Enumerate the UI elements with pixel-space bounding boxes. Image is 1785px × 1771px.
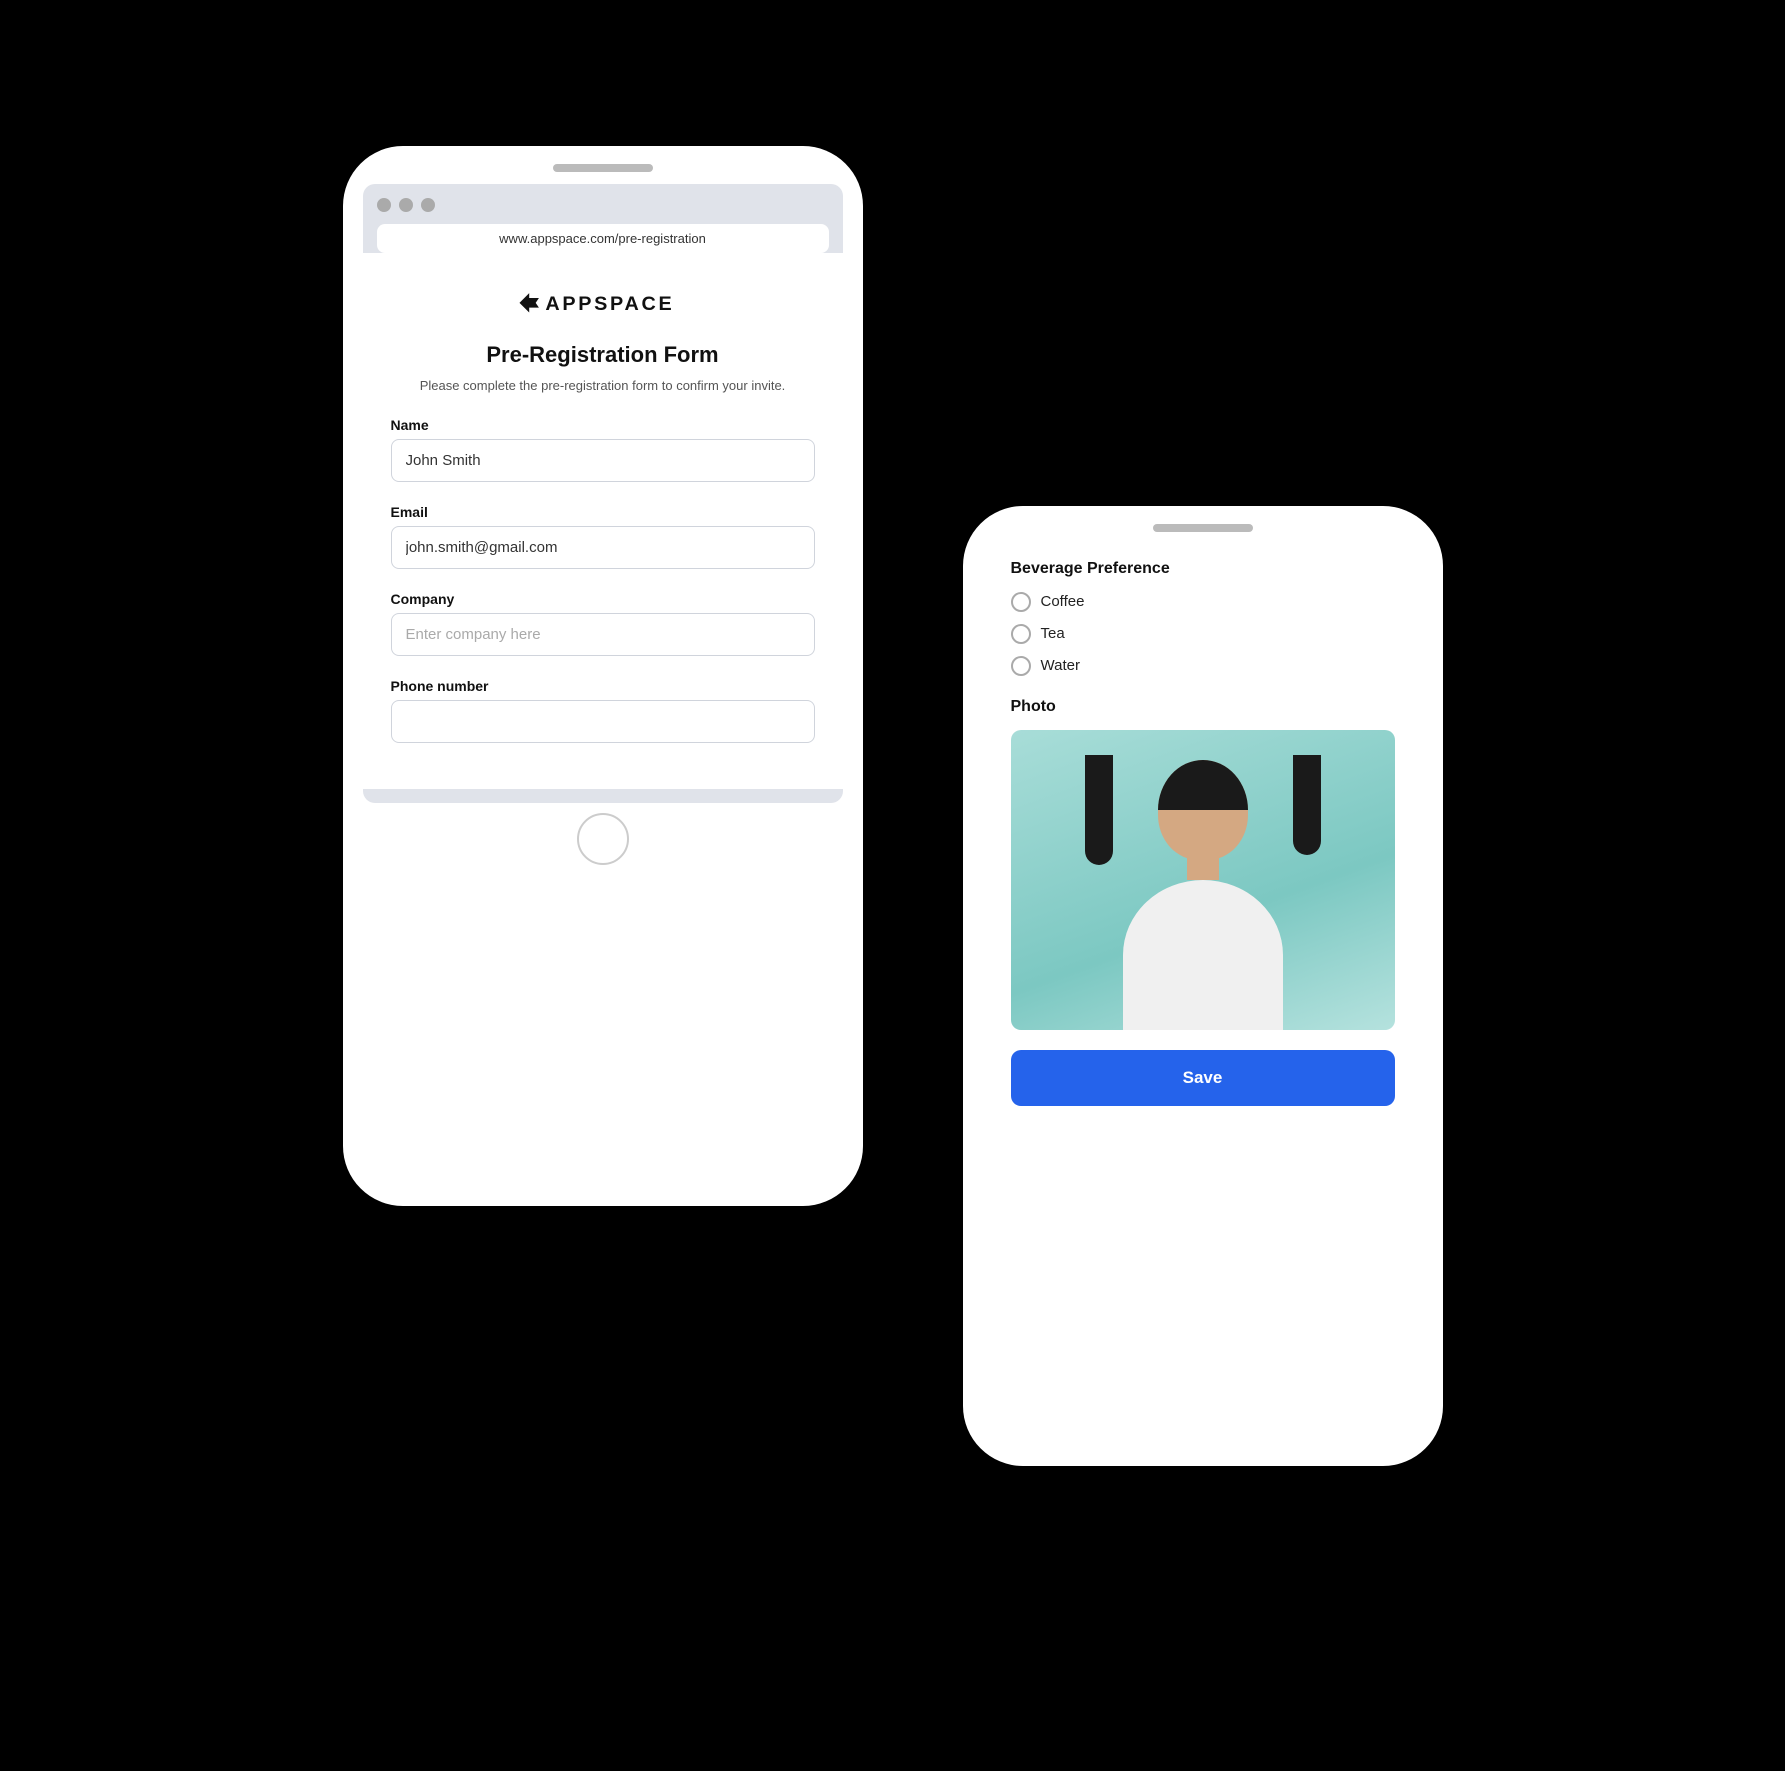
left-phone-screen: APPSPACE Pre-Registration Form Please co… [363, 253, 843, 790]
company-input[interactable] [391, 613, 815, 656]
right-phone: Beverage Preference Coffee Tea Water [963, 506, 1443, 1466]
person-figure [1103, 750, 1303, 1030]
address-bar[interactable]: www.appspace.com/pre-registration [377, 224, 829, 253]
photo-section-title: Photo [1011, 698, 1395, 716]
person-neck [1187, 855, 1219, 880]
form-subtitle: Please complete the pre-registration for… [391, 376, 815, 396]
radio-label-tea: Tea [1041, 625, 1065, 642]
phone-notch-left [553, 164, 653, 172]
person-body [1123, 880, 1283, 1030]
phone-input[interactable] [391, 700, 815, 743]
name-label: Name [391, 417, 815, 433]
radio-coffee[interactable]: Coffee [1011, 592, 1395, 612]
scene: www.appspace.com/pre-registration APPSPA… [343, 86, 1443, 1686]
name-input[interactable] [391, 439, 815, 482]
browser-chrome-bottom [363, 789, 843, 803]
browser-dot-2 [399, 198, 413, 212]
company-label: Company [391, 591, 815, 607]
form-title: Pre-Registration Form [391, 342, 815, 368]
hair-side-right [1293, 755, 1321, 855]
phone-field-group: Phone number [391, 678, 815, 761]
beverage-section-title: Beverage Preference [1011, 560, 1395, 578]
save-button[interactable]: Save [1011, 1050, 1395, 1106]
radio-tea[interactable]: Tea [1011, 624, 1395, 644]
logo-svg: APPSPACE [513, 285, 693, 321]
radio-water[interactable]: Water [1011, 656, 1395, 676]
browser-chrome: www.appspace.com/pre-registration [363, 184, 843, 253]
email-field-group: Email [391, 504, 815, 587]
browser-dot-3 [421, 198, 435, 212]
beverage-radio-group: Coffee Tea Water [1011, 592, 1395, 676]
browser-dots [377, 198, 829, 212]
radio-circle-tea [1011, 624, 1031, 644]
svg-text:APPSPACE: APPSPACE [545, 293, 674, 315]
phone-label: Phone number [391, 678, 815, 694]
right-phone-screen: Beverage Preference Coffee Tea Water [983, 532, 1423, 1134]
appspace-logo: APPSPACE [391, 285, 815, 326]
right-screen-inner: Beverage Preference Coffee Tea Water [983, 532, 1423, 1134]
photo-placeholder [1011, 730, 1395, 1030]
radio-label-water: Water [1041, 657, 1080, 674]
home-button-left[interactable] [577, 813, 629, 865]
person-hair-top [1158, 760, 1248, 810]
person-head [1158, 760, 1248, 860]
radio-circle-coffee [1011, 592, 1031, 612]
email-input[interactable] [391, 526, 815, 569]
company-field-group: Company [391, 591, 815, 674]
radio-circle-water [1011, 656, 1031, 676]
radio-label-coffee: Coffee [1041, 593, 1085, 610]
left-phone: www.appspace.com/pre-registration APPSPA… [343, 146, 863, 1206]
form-container: APPSPACE Pre-Registration Form Please co… [363, 253, 843, 790]
email-label: Email [391, 504, 815, 520]
name-field-group: Name [391, 417, 815, 500]
browser-dot-1 [377, 198, 391, 212]
photo-section: Photo [1011, 698, 1395, 1030]
hair-side-left [1085, 755, 1113, 865]
phone-notch-right [1153, 524, 1253, 532]
url-text: www.appspace.com/pre-registration [499, 231, 706, 246]
